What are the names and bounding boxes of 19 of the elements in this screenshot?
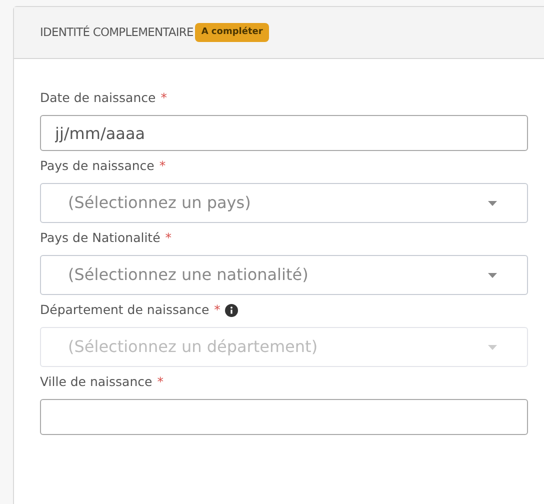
card-title: IDENTITÉ COMPLEMENTAIRE <box>40 24 194 41</box>
select-field[interactable]: (Sélectionnez un pays) <box>40 183 528 223</box>
text-field[interactable] <box>40 399 528 435</box>
required-asterisk: * <box>165 228 172 247</box>
required-asterisk: * <box>157 372 164 391</box>
required-asterisk: * <box>160 88 167 107</box>
caret-icon <box>488 344 497 350</box>
field-label: Ville de naissance <box>40 372 152 391</box>
field-label: Pays de naissance <box>40 156 154 175</box>
select-field[interactable]: (Sélectionnez une nationalité) <box>40 255 528 295</box>
date-field[interactable]: jj/mm/aaaa <box>40 115 528 151</box>
field-label: Pays de Nationalité <box>40 228 160 247</box>
status-badge: A compléter <box>195 22 269 42</box>
required-asterisk: * <box>214 300 220 319</box>
required-asterisk: * <box>159 156 166 175</box>
field-label: Date de naissance <box>40 88 156 107</box>
caret-icon <box>488 272 497 278</box>
field-label: Département de naissance <box>40 300 210 319</box>
caret-icon <box>488 200 497 206</box>
